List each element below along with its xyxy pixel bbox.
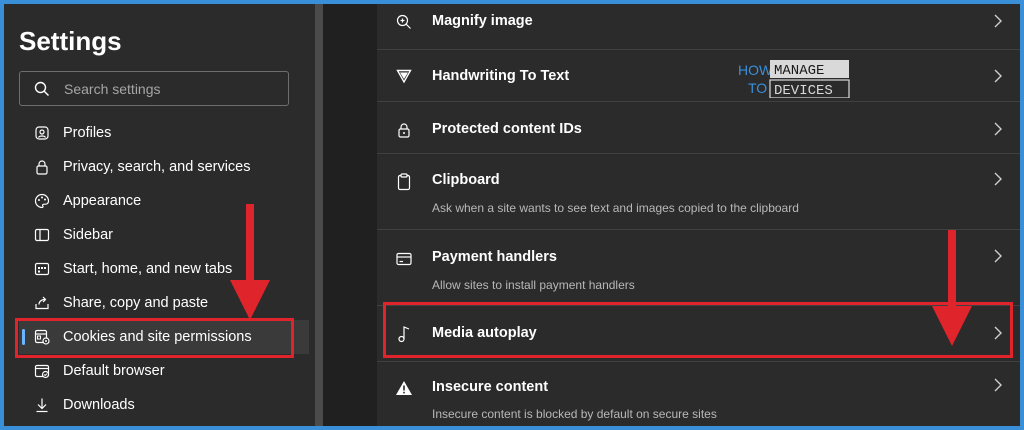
row-title: Insecure content <box>432 379 549 395</box>
logo-text-devices: DEVICES <box>774 83 833 98</box>
chevron-right-icon[interactable] <box>992 171 1004 187</box>
handwriting-icon <box>395 67 413 85</box>
sidebar-item-label: Share, copy and paste <box>63 295 209 311</box>
share-icon <box>33 294 51 312</box>
row-title: Protected content IDs <box>432 121 582 137</box>
logo-text-to: TO <box>748 80 767 96</box>
search-box[interactable] <box>19 71 289 106</box>
down-arrow-annotation-icon <box>932 230 972 346</box>
list-item-magnify-image[interactable]: Magnify image <box>377 4 1020 50</box>
list-item-handwriting[interactable]: Handwriting To Text <box>377 50 1020 102</box>
palette-icon <box>33 192 51 210</box>
list-item-insecure-content[interactable]: Insecure content Insecure content is blo… <box>377 362 1020 426</box>
media-autoplay-highlight-box <box>383 302 1013 358</box>
row-description: Ask when a site wants to see text and im… <box>432 201 799 215</box>
site-permissions-list: Magnify image Handwriting To Text Protec… <box>377 4 1020 426</box>
profile-icon <box>33 124 51 142</box>
sidebar-item-label: Privacy, search, and services <box>63 159 251 175</box>
row-title: Clipboard <box>432 172 500 188</box>
sidebar-item-privacy[interactable]: Privacy, search, and services <box>19 150 309 184</box>
clipboard-icon <box>395 173 413 191</box>
sidebar-item-label: Sidebar <box>63 227 113 243</box>
download-icon <box>33 396 51 414</box>
row-title: Magnify image <box>432 13 533 29</box>
search-input[interactable] <box>64 80 264 97</box>
sidebar-item-label: Profiles <box>63 125 112 141</box>
lock-icon <box>33 158 51 176</box>
default-browser-icon <box>33 362 51 380</box>
cookies-highlight-box <box>15 318 294 358</box>
list-item-clipboard[interactable]: Clipboard Ask when a site wants to see t… <box>377 154 1020 230</box>
page-title: Settings <box>19 26 122 56</box>
sidebar-item-label: Downloads <box>63 397 135 413</box>
row-description: Insecure content is blocked by default o… <box>432 407 717 421</box>
settings-window: Settings Profiles Privacy, search, and s… <box>4 4 1020 426</box>
how-to-manage-devices-logo: HOW TO MANAGE DEVICES <box>738 60 850 98</box>
sidebar-item-downloads[interactable]: Downloads <box>19 388 309 422</box>
row-description: Allow sites to install payment handlers <box>432 278 635 292</box>
sidebar-item-profiles[interactable]: Profiles <box>19 116 309 150</box>
sidebar-item-label: Default browser <box>63 363 165 379</box>
logo-text-how: HOW <box>738 62 773 78</box>
home-tabs-icon <box>33 260 51 278</box>
row-title: Payment handlers <box>432 249 557 265</box>
lock-icon <box>395 121 413 139</box>
list-item-protected-content[interactable]: Protected content IDs <box>377 102 1020 154</box>
sidebar-icon <box>33 226 51 244</box>
row-title: Handwriting To Text <box>432 68 570 84</box>
magnify-icon <box>395 13 413 31</box>
warning-icon <box>395 379 413 397</box>
chevron-right-icon[interactable] <box>992 377 1004 393</box>
search-icon <box>34 81 49 96</box>
sidebar-item-label: Appearance <box>63 193 142 209</box>
chevron-right-icon[interactable] <box>992 13 1004 29</box>
logo-text-manage: MANAGE <box>774 63 824 79</box>
card-icon <box>395 250 413 268</box>
chevron-right-icon[interactable] <box>992 68 1004 84</box>
sidebar: Settings Profiles Privacy, search, and s… <box>4 4 315 426</box>
scrollbar-divider[interactable] <box>315 4 323 426</box>
sidebar-item-label: Start, home, and new tabs <box>63 261 233 277</box>
chevron-right-icon[interactable] <box>992 248 1004 264</box>
sidebar-item-default-browser[interactable]: Default browser <box>19 354 309 388</box>
chevron-right-icon[interactable] <box>992 121 1004 137</box>
down-arrow-annotation-icon <box>230 204 270 320</box>
list-item-payment-handlers[interactable]: Payment handlers Allow sites to install … <box>377 230 1020 306</box>
